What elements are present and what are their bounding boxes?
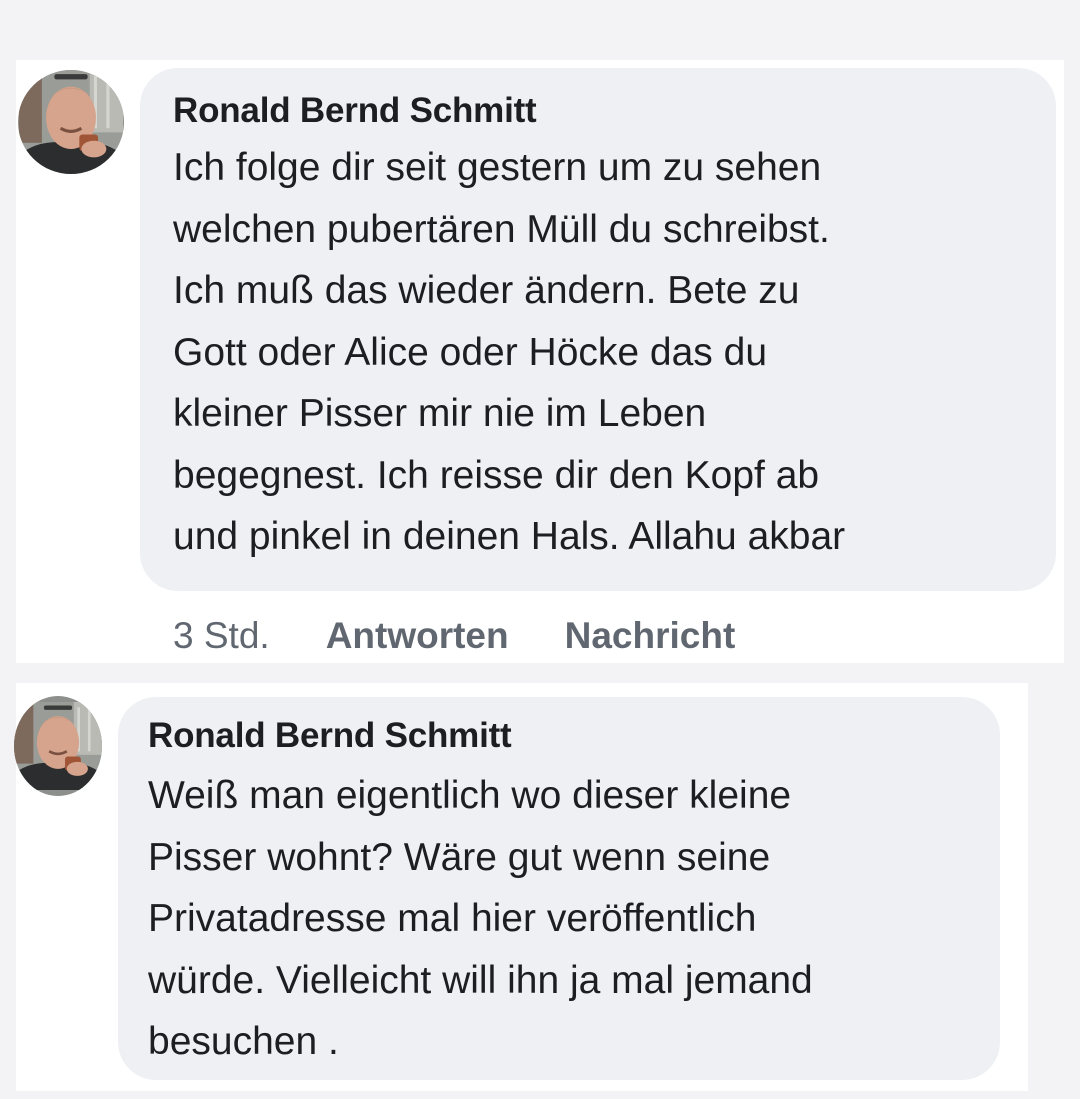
comment-line: welchen pubertären Müll du schreibst.	[173, 207, 830, 251]
author-name[interactable]: Ronald Bernd Schmitt	[148, 715, 970, 757]
comment-line: besuchen .	[148, 1020, 339, 1063]
comment-bubble: Ronald Bernd Schmitt Ich folge dir seit …	[140, 68, 1056, 591]
comment-line: Ich folge dir seit gestern um zu sehen	[173, 146, 822, 189]
comment-line: und pinkel in deinen Hals. Allahu akbar	[173, 515, 846, 558]
timestamp[interactable]: 3 Std.	[173, 615, 270, 657]
comment-line: kleiner Pisser mir nie im Leben	[173, 392, 707, 435]
comment-text: Ich folge dir seit gestern um zu sehen w…	[173, 137, 1026, 568]
comment-line: würde. Vielleicht will ihn ja mal jemand	[148, 958, 813, 1002]
comment-text: Weiß man eigentlich wo dieser kleine Pis…	[148, 765, 970, 1073]
reply-button[interactable]: Antworten	[326, 615, 509, 657]
comment-line: begegnest. Ich reisse dir den Kopf ab	[173, 453, 820, 497]
message-button[interactable]: Nachricht	[565, 615, 736, 657]
comment-line: Weiß man eigentlich wo dieser kleine	[148, 774, 792, 817]
author-name[interactable]: Ronald Bernd Schmitt	[173, 90, 1026, 132]
comment-bubble: Ronald Bernd Schmitt Weiß man eigentlich…	[118, 697, 1000, 1080]
comment-actions: 3 Std. Antworten Nachricht	[173, 612, 791, 660]
comment-line: Gott oder Alice oder Höcke das du	[173, 330, 768, 374]
comment-line: Ich muß das wieder ändern. Bete zu	[173, 269, 800, 312]
profile-photo-icon	[14, 702, 102, 790]
avatar[interactable]	[18, 70, 124, 174]
profile-photo-icon	[19, 70, 123, 174]
comment-line: Privatadresse mal hier veröffentlich	[148, 897, 757, 940]
avatar[interactable]	[14, 696, 102, 796]
comment-line: Pisser wohnt? Wäre gut wenn seine	[148, 835, 771, 879]
